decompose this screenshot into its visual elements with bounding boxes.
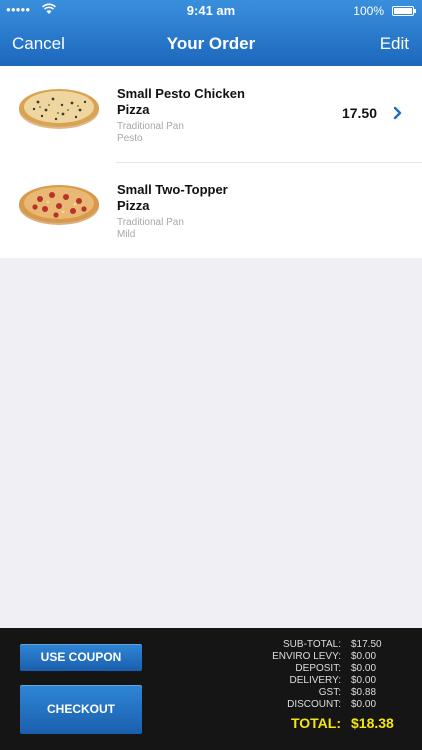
gst-value: $0.88 <box>351 687 377 698</box>
totals-summary: SUB-TOTAL: $17.50 ENVIRO LEVY: $0.00 DEP… <box>240 639 420 735</box>
deposit-label: DEPOSIT: <box>295 663 341 674</box>
item-option: Mild <box>117 229 136 240</box>
subtotal-label: SUB-TOTAL: <box>283 639 341 650</box>
discount-label: DISCOUNT: <box>287 699 341 710</box>
use-coupon-button[interactable]: USE COUPON <box>20 644 142 671</box>
item-name: Small Pesto Chicken Pizza <box>117 86 245 117</box>
item-name: Small Two-Topper Pizza <box>117 182 228 213</box>
pesto-pizza-icon <box>19 89 99 129</box>
edit-button[interactable]: Edit <box>380 34 409 54</box>
enviro-levy-label: ENVIRO LEVY: <box>272 651 341 662</box>
item-crust: Traditional Pan <box>117 217 184 228</box>
cancel-button[interactable]: Cancel <box>12 34 65 54</box>
navigation-header: ●●●●● 9:41 am 100% Cancel Your Order Edi… <box>0 0 422 66</box>
gst-row: GST: $0.88 <box>240 687 420 699</box>
total-value: $18.38 <box>351 715 394 731</box>
item-crust: Traditional Pan <box>117 121 184 132</box>
deposit-value: $0.00 <box>351 663 377 674</box>
deposit-row: DEPOSIT: $0.00 <box>240 663 420 675</box>
subtotal-row: SUB-TOTAL: $17.50 <box>240 639 420 651</box>
chevron-right-icon[interactable] <box>393 106 402 120</box>
status-bar: ●●●●● 9:41 am 100% <box>0 0 422 22</box>
order-list: Small Pesto Chicken Pizza Traditional Pa… <box>0 66 422 258</box>
order-summary-footer: USE COUPON CHECKOUT SUB-TOTAL: $17.50 EN… <box>0 628 422 750</box>
total-row: TOTAL: $18.38 <box>240 715 420 735</box>
delivery-value: $0.00 <box>351 675 377 686</box>
order-item[interactable]: Small Two-Topper Pizza Traditional Pan M… <box>0 162 422 258</box>
battery-icon <box>392 6 416 16</box>
enviro-levy-row: ENVIRO LEVY: $0.00 <box>240 651 420 663</box>
gst-label: GST: <box>318 687 341 698</box>
item-option: Pesto <box>117 133 143 144</box>
discount-value: $0.00 <box>351 699 377 710</box>
order-item[interactable]: Small Pesto Chicken Pizza Traditional Pa… <box>0 66 422 162</box>
battery-percentage: 100% <box>353 4 384 18</box>
delivery-label: DELIVERY: <box>289 675 341 686</box>
item-price: 17.50 <box>341 105 377 121</box>
total-label: TOTAL: <box>290 715 341 731</box>
discount-row: DISCOUNT: $0.00 <box>240 699 420 711</box>
delivery-row: DELIVERY: $0.00 <box>240 675 420 687</box>
checkout-button[interactable]: CHECKOUT <box>20 685 142 734</box>
two-topper-pizza-icon <box>19 185 99 225</box>
subtotal-value: $17.50 <box>351 639 382 650</box>
enviro-levy-value: $0.00 <box>351 651 377 662</box>
